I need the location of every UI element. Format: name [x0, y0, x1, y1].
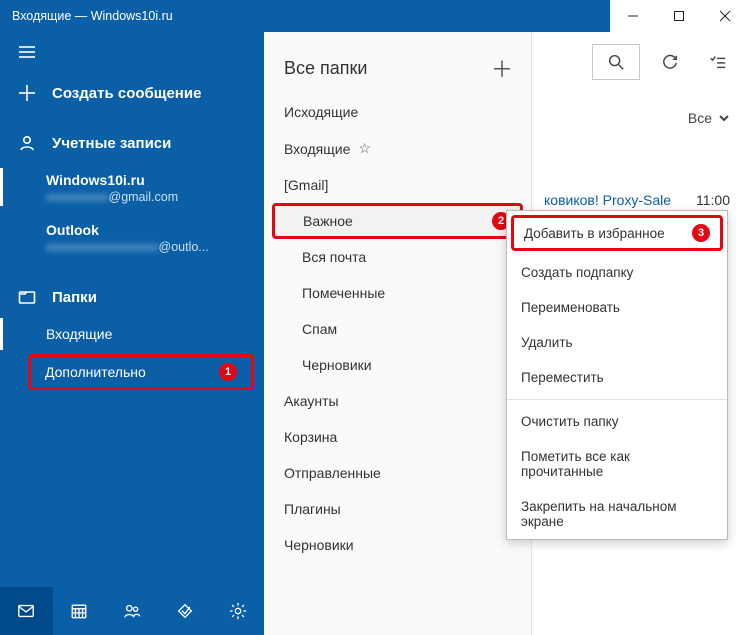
ctx-add-favorite-label: Добавить в избранное	[524, 226, 665, 241]
window-buttons	[610, 0, 748, 32]
ctx-empty-folder[interactable]: Очистить папку	[507, 404, 727, 439]
ctx-add-favorite[interactable]: Добавить в избранное 3	[511, 215, 723, 251]
settings-tab[interactable]	[211, 587, 264, 635]
add-folder-button[interactable]: ＋	[491, 52, 513, 84]
account-email: xxxxxxxxxxxxxxxxxx@outlo...	[46, 240, 246, 254]
folder-gmail[interactable]: [Gmail]	[264, 167, 531, 203]
annotation-badge-3: 3	[692, 224, 710, 242]
ctx-favorite-wrap: Добавить в избранное 3	[507, 215, 727, 251]
folder-outgoing[interactable]: Исходящие	[264, 94, 531, 130]
accounts-header-label: Учетные записи	[52, 135, 171, 152]
select-mode-button[interactable]	[700, 44, 736, 80]
account-item-2[interactable]: Outlook xxxxxxxxxxxxxxxxxx@outlo...	[0, 218, 264, 256]
message-subject: ковиков! Proxy-Sale	[544, 192, 671, 208]
folder-important-label: Важное	[303, 213, 492, 229]
hamburger-button[interactable]	[0, 32, 264, 72]
tag-icon	[176, 602, 194, 620]
sync-button[interactable]	[652, 44, 688, 80]
star-icon[interactable]: ☆	[358, 140, 371, 157]
folder-trash[interactable]: Корзина	[264, 419, 531, 455]
ctx-pin-start[interactable]: Закрепить на начальном экране	[507, 489, 727, 539]
mail-icon	[17, 602, 35, 620]
gear-icon	[229, 602, 247, 620]
folder-sent[interactable]: Отправленные	[264, 455, 531, 491]
filter-dropdown[interactable]: Все	[688, 110, 730, 126]
folder-context-menu: Добавить в избранное 3 Создать подпапку …	[506, 210, 728, 540]
account-email: xxxxxxxxxx@gmail.com	[46, 190, 246, 204]
todo-tab[interactable]	[158, 587, 211, 635]
account-item-1[interactable]: Windows10i.ru xxxxxxxxxx@gmail.com	[0, 168, 264, 206]
folder-drafts-2[interactable]: Черновики	[264, 527, 531, 563]
account-name: Outlook	[46, 222, 246, 238]
window-title: Входящие — Windows10i.ru	[0, 9, 610, 23]
folder-inbox[interactable]: Входящие ☆	[264, 130, 531, 167]
sidebar-more-label: Дополнительно	[45, 364, 146, 380]
folder-plugins[interactable]: Плагины	[264, 491, 531, 527]
filter-label: Все	[688, 110, 712, 126]
annotation-badge-1: 1	[219, 363, 237, 381]
folder-starred[interactable]: Помеченные	[264, 275, 531, 311]
people-tab[interactable]	[106, 587, 159, 635]
sidebar-more-button[interactable]: Дополнительно 1	[28, 354, 254, 390]
toolbar	[592, 44, 736, 80]
ctx-rename[interactable]: Переименовать	[507, 290, 727, 325]
mail-tab[interactable]	[0, 587, 53, 635]
sidebar: Создать сообщение Учетные записи Windows…	[0, 32, 264, 635]
ctx-create-subfolder[interactable]: Создать подпапку	[507, 255, 727, 290]
bottom-bar	[0, 587, 264, 635]
ctx-delete[interactable]: Удалить	[507, 325, 727, 360]
folder-drafts[interactable]: Черновики	[264, 347, 531, 383]
folders-header-label: Папки	[52, 289, 97, 306]
account-name: Windows10i.ru	[46, 172, 246, 188]
chevron-down-icon	[718, 112, 730, 124]
hamburger-icon	[18, 43, 36, 61]
sidebar-more-wrap: Дополнительно 1	[28, 354, 254, 390]
plus-icon	[18, 84, 36, 102]
search-button[interactable]	[592, 44, 640, 80]
folder-important-wrap: Важное 2	[272, 203, 523, 239]
sidebar-inbox-label: Входящие	[46, 326, 112, 342]
people-icon	[123, 602, 141, 620]
mail-app-window: Входящие — Windows10i.ru Создать сообщен…	[0, 0, 748, 635]
ctx-mark-all-read[interactable]: Пометить все как прочитанные	[507, 439, 727, 489]
refresh-icon	[661, 53, 679, 71]
all-folders-panel: Все папки ＋ Исходящие Входящие ☆ [Gmail]…	[264, 32, 532, 635]
folder-spam[interactable]: Спам	[264, 311, 531, 347]
sidebar-inbox[interactable]: Входящие	[0, 318, 264, 350]
ctx-move[interactable]: Переместить	[507, 360, 727, 395]
calendar-icon	[70, 602, 88, 620]
search-icon	[607, 53, 625, 71]
folders-panel-title: Все папки	[284, 58, 491, 79]
compose-button[interactable]: Создать сообщение	[0, 72, 264, 114]
person-icon	[18, 134, 36, 152]
separator	[507, 399, 727, 400]
minimize-button[interactable]	[610, 0, 656, 32]
folder-icon	[18, 288, 36, 306]
folders-panel-head: Все папки ＋	[264, 32, 531, 94]
accounts-header[interactable]: Учетные записи	[0, 124, 264, 154]
close-button[interactable]	[702, 0, 748, 32]
compose-label: Создать сообщение	[52, 85, 201, 102]
maximize-button[interactable]	[656, 0, 702, 32]
checklist-icon	[709, 53, 727, 71]
message-time: 11:00	[696, 192, 730, 208]
folders-header[interactable]: Папки	[0, 278, 264, 308]
title-bar: Входящие — Windows10i.ru	[0, 0, 748, 32]
calendar-tab[interactable]	[53, 587, 106, 635]
folder-all-mail[interactable]: Вся почта	[264, 239, 531, 275]
folder-accounts[interactable]: Акаунты	[264, 383, 531, 419]
folder-important[interactable]: Важное 2	[272, 203, 523, 239]
